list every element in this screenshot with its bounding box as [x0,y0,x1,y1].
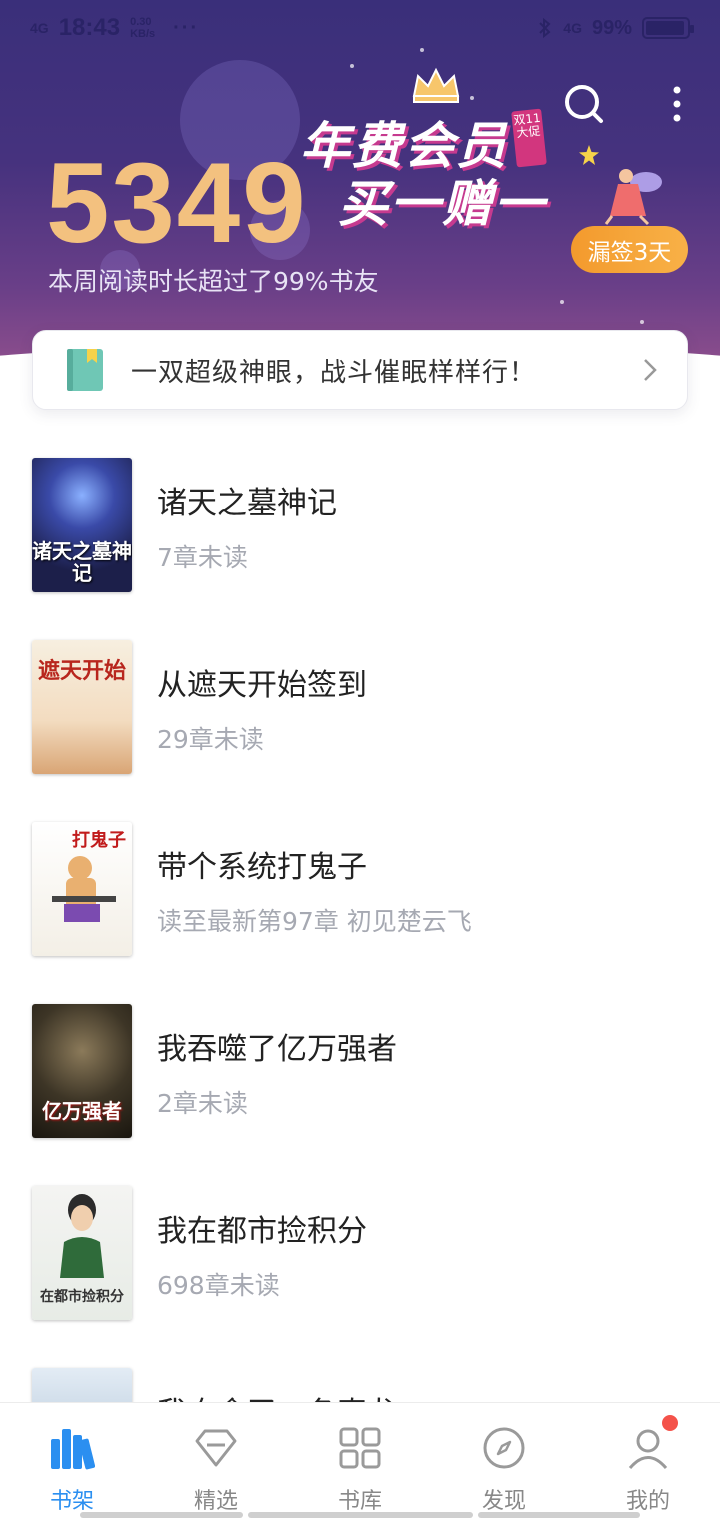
book-item[interactable]: 在都市捡积分 我在都市捡积分 698章未读 [0,1168,720,1320]
angel-illustration-icon [604,169,662,226]
bookshelf-icon [51,1429,95,1470]
book-title: 带个系统打鬼子 [157,850,367,885]
nav-label: 书库 [337,1489,382,1514]
promo-title-line2[interactable]: 买一赠一 [338,164,546,236]
promo-tag: 双11大促 [511,108,547,168]
clock: 18:43 [58,14,121,41]
book-item[interactable]: 遮天开始 从遮天开始签到 29章未读 [0,622,720,774]
notification-badge [662,1415,678,1431]
check-in-button[interactable]: 漏签3天 [571,226,688,273]
book-icon [67,349,103,391]
nav-label: 我的 [625,1489,670,1514]
user-icon [628,1429,668,1470]
network-speed: 0.30 KB/s [130,16,156,40]
book-cover: 打鬼子 [32,822,132,956]
book-item[interactable]: 打鬼子 带个系统打鬼子 读至最新第97章 初见楚云飞 [0,804,720,956]
book-item[interactable]: 诸天之墓神记 诸天之墓神记 7章未读 [0,440,720,592]
bottom-navigation: 书架 精选 书库 发现 我的 [0,1402,720,1520]
reading-stat-number: 5349 [46,140,308,267]
book-progress: 29章未读 [157,725,264,754]
reading-stat-desc: 本周阅读时长超过了99%书友 [48,267,379,296]
status-bar: 4G 18:43 0.30 KB/s ··· 4G 99% [0,0,720,56]
book-progress: 2章未读 [157,1089,248,1118]
book-title: 从遮天开始签到 [157,668,367,703]
nav-tab-bookshelf[interactable]: 书架 [0,1403,144,1520]
nav-label: 发现 [481,1489,526,1514]
book-progress: 读至最新第97章 初见楚云飞 [157,907,472,936]
bluetooth-icon [539,17,551,39]
gesture-bar [248,1512,473,1518]
book-progress: 698章未读 [157,1271,280,1300]
book-title: 我吞噬了亿万强者 [157,1032,397,1067]
gesture-bar [478,1512,640,1518]
search-button[interactable] [562,82,606,126]
book-progress: 7章未读 [157,543,248,572]
crown-icon [412,67,460,103]
gesture-bar [80,1512,243,1518]
network-indicator-right: 4G [563,20,582,36]
book-cover: 遮天开始 [32,640,132,774]
diamond-icon [195,1429,237,1467]
grid-icon [339,1427,381,1469]
chevron-right-icon [644,359,657,381]
book-item[interactable]: 亿万强者 我吞噬了亿万强者 2章未读 [0,986,720,1138]
nav-tab-featured[interactable]: 精选 [144,1403,288,1520]
book-cover: 在都市捡积分 [32,1186,132,1320]
announcement-card[interactable]: 一双超级神眼，战斗催眠样样行！ [32,330,688,410]
battery-icon [642,17,694,39]
book-cover: 亿万强者 [32,1004,132,1138]
book-title: 我在都市捡积分 [157,1214,367,1249]
nav-label: 精选 [193,1489,238,1514]
nav-label: 书架 [49,1489,94,1514]
notification-dots: ··· [173,16,200,39]
compass-icon [483,1427,525,1469]
nav-tab-profile[interactable]: 我的 [576,1403,720,1520]
book-title: 诸天之墓神记 [157,486,337,521]
nav-tab-discover[interactable]: 发现 [432,1403,576,1520]
nav-tab-library[interactable]: 书库 [288,1403,432,1520]
book-cover: 诸天之墓神记 [32,458,132,592]
battery-percent: 99% [591,16,632,39]
announcement-text: 一双超级神眼，战斗催眠样样行！ [131,357,537,388]
more-menu-button[interactable] [660,82,694,126]
network-indicator: 4G [30,20,49,36]
